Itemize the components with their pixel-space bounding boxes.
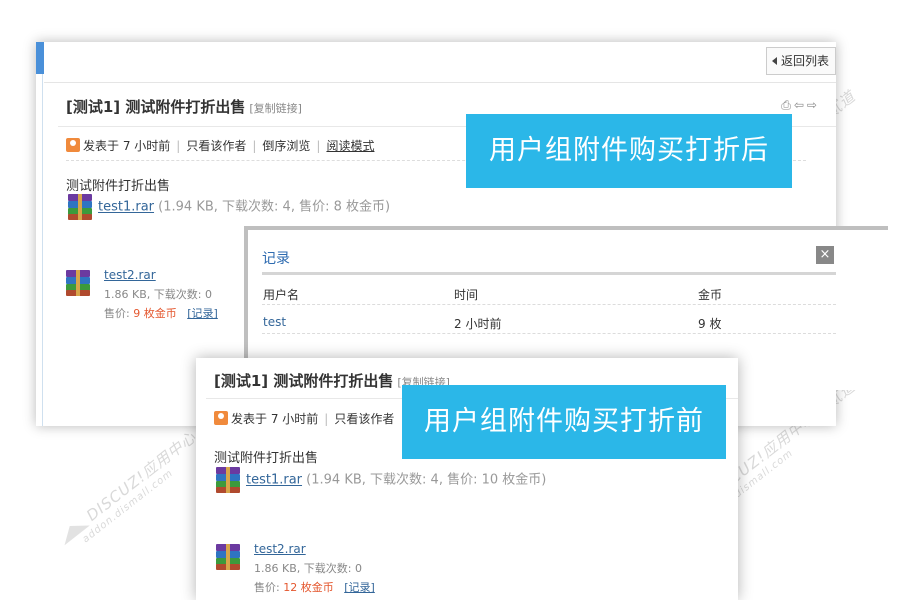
record-time: 2 小时前 [454, 317, 502, 331]
price-label: 售价: [104, 307, 130, 320]
post-content: 测试附件打折出售 [214, 451, 319, 466]
side-line [42, 74, 43, 426]
attachment-link[interactable]: test1.rar [246, 473, 302, 488]
back-to-list-button[interactable]: 返回列表 [765, 47, 836, 75]
copy-link[interactable]: [复制链接] [249, 102, 302, 115]
read-mode-link[interactable]: 阅读模式 [326, 139, 374, 153]
attachment-info: (1.94 KB, 下载次数: 4, 售价: 8 枚金币) [158, 199, 391, 215]
record-coins: 9 枚 [698, 317, 722, 331]
row-divider [262, 304, 836, 305]
post-time: 发表于 7 小时前 [231, 412, 319, 426]
column-header-time: 时间 [454, 288, 479, 302]
post-meta: 发表于 7 小时前 | 只看该作者 [214, 410, 394, 427]
user-avatar-icon [66, 138, 80, 152]
attachment-row: test1.rar (1.94 KB, 下载次数: 4, 售价: 10 枚金币) [214, 467, 546, 493]
author-only-link[interactable]: 只看该作者 [186, 139, 246, 153]
column-header-user: 用户名 [263, 288, 300, 302]
watermark-logo-icon [56, 515, 90, 545]
post-meta: 发表于 7 小时前 | 只看该作者 | 倒序浏览 | 阅读模式 [66, 137, 374, 154]
meta-separator: | [176, 139, 181, 153]
banner-after-discount: 用户组附件购买打折后 [466, 114, 792, 188]
print-prev-next-icons[interactable]: ⎙⇦⇨ [781, 98, 820, 113]
meta-separator: | [324, 412, 329, 426]
price-label: 售价: [254, 581, 280, 594]
dialog-title: 记录 [262, 251, 290, 267]
user-avatar-icon [214, 411, 228, 425]
thread-toolbar: 返回列表 [44, 42, 836, 83]
attachment-link[interactable]: test2.rar [254, 542, 306, 556]
record-user-link[interactable]: test [263, 315, 286, 329]
attachment-link[interactable]: test1.rar [98, 200, 154, 215]
close-icon[interactable]: × [816, 246, 834, 264]
price-value: 9 枚金币 [133, 307, 177, 320]
attachment-size: 1.86 KB, 下载次数: 0 [104, 288, 212, 301]
attachment-link[interactable]: test2.rar [104, 268, 156, 282]
attachment-size: 1.86 KB, 下载次数: 0 [254, 562, 362, 575]
thread-title-text: [测试1] 测试附件打折出售 [214, 372, 394, 390]
meta-separator: | [316, 139, 321, 153]
attachment-block: test2.rar 1.86 KB, 下载次数: 0 售价: 12 枚金币 [记… [214, 540, 375, 597]
reverse-browse-link[interactable]: 倒序浏览 [262, 139, 310, 153]
attachment-info: (1.94 KB, 下载次数: 4, 售价: 10 枚金币) [306, 472, 547, 488]
post-time: 发表于 7 小时前 [83, 139, 171, 153]
attachment-block: test2.rar 1.86 KB, 下载次数: 0 售价: 9 枚金币 [记录… [64, 266, 218, 323]
header-divider [262, 272, 836, 275]
post-content: 测试附件打折出售 [66, 179, 171, 194]
meta-separator: | [252, 139, 257, 153]
rar-file-icon [66, 194, 94, 220]
price-value: 12 枚金币 [283, 581, 334, 594]
rar-file-icon [214, 544, 242, 570]
row-divider [262, 333, 836, 334]
attachment-row: test1.rar (1.94 KB, 下载次数: 4, 售价: 8 枚金币) [66, 194, 390, 220]
banner-before-discount: 用户组附件购买打折前 [402, 385, 726, 459]
thread-title-text: [测试1] 测试附件打折出售 [66, 98, 246, 116]
rar-file-icon [214, 467, 242, 493]
thread-title: [测试1] 测试附件打折出售 [复制链接] [66, 96, 302, 117]
rar-file-icon [64, 270, 92, 296]
column-header-coins: 金币 [698, 288, 723, 302]
record-link[interactable]: [记录] [187, 307, 218, 320]
side-accent [36, 42, 44, 74]
author-only-link[interactable]: 只看该作者 [334, 412, 394, 426]
record-link[interactable]: [记录] [344, 581, 375, 594]
